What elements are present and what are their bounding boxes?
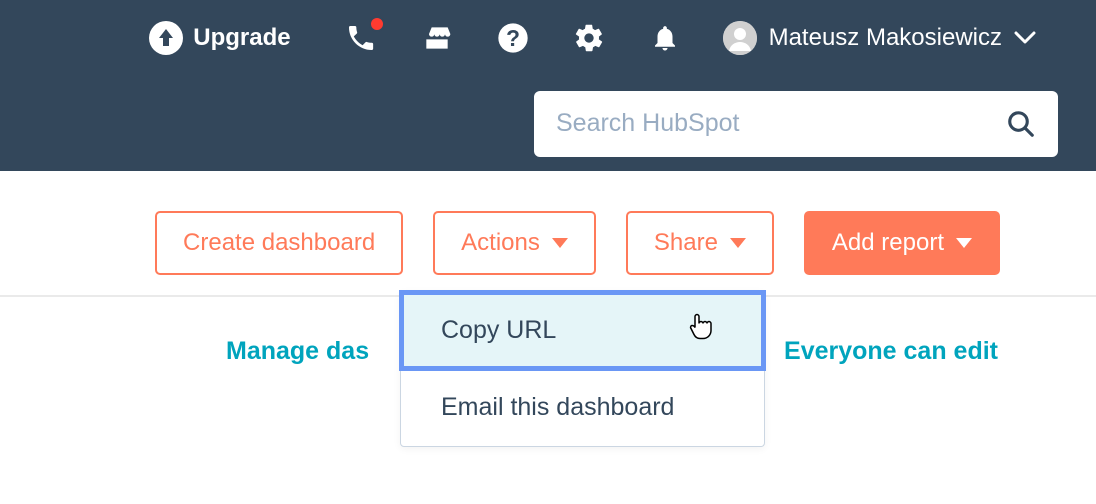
share-button[interactable]: Share: [626, 211, 774, 275]
add-report-button[interactable]: Add report: [804, 211, 1000, 275]
upgrade-label: Upgrade: [193, 24, 290, 52]
create-dashboard-button[interactable]: Create dashboard: [155, 211, 403, 275]
actions-label: Actions: [461, 229, 540, 257]
caret-down-icon: [552, 238, 568, 248]
notification-dot-icon: [369, 16, 385, 32]
search-input[interactable]: [556, 109, 1006, 138]
share-label: Share: [654, 229, 718, 257]
share-dropdown: Copy URL Email this dashboard: [400, 291, 765, 447]
search-icon[interactable]: [1006, 109, 1036, 139]
svg-text:?: ?: [506, 25, 520, 51]
upgrade-icon: [149, 21, 183, 55]
user-menu[interactable]: Mateusz Makosiewicz: [723, 21, 1036, 55]
bell-icon[interactable]: [647, 20, 683, 56]
upgrade-button[interactable]: Upgrade: [149, 21, 290, 55]
everyone-can-edit-link[interactable]: Everyone can edit: [784, 337, 998, 366]
dropdown-item-email-dashboard[interactable]: Email this dashboard: [401, 369, 764, 446]
dropdown-item-label: Email this dashboard: [441, 393, 674, 421]
dropdown-item-label: Copy URL: [441, 316, 556, 344]
pointer-cursor-icon: [688, 312, 716, 349]
search-bar-row: [0, 76, 1096, 171]
user-name: Mateusz Makosiewicz: [769, 24, 1002, 52]
dashboard-toolbar: Create dashboard Actions Share Add repor…: [0, 171, 1096, 297]
add-report-label: Add report: [832, 229, 944, 257]
actions-button[interactable]: Actions: [433, 211, 596, 275]
edit-label: Everyone can edit: [784, 337, 998, 365]
marketplace-icon[interactable]: [419, 20, 455, 56]
avatar: [723, 21, 757, 55]
help-icon[interactable]: ?: [495, 20, 531, 56]
create-dashboard-label: Create dashboard: [183, 229, 375, 257]
caret-down-icon: [956, 238, 972, 248]
dropdown-item-copy-url[interactable]: Copy URL: [401, 292, 764, 369]
phone-icon[interactable]: [343, 20, 379, 56]
chevron-down-icon: [1014, 24, 1036, 52]
top-navbar: Upgrade ?: [0, 0, 1096, 76]
caret-down-icon: [730, 238, 746, 248]
gear-icon[interactable]: [571, 20, 607, 56]
manage-label: Manage das: [226, 337, 369, 365]
manage-dashboard-link[interactable]: Manage das: [226, 337, 369, 366]
search-wrapper[interactable]: [534, 91, 1058, 157]
